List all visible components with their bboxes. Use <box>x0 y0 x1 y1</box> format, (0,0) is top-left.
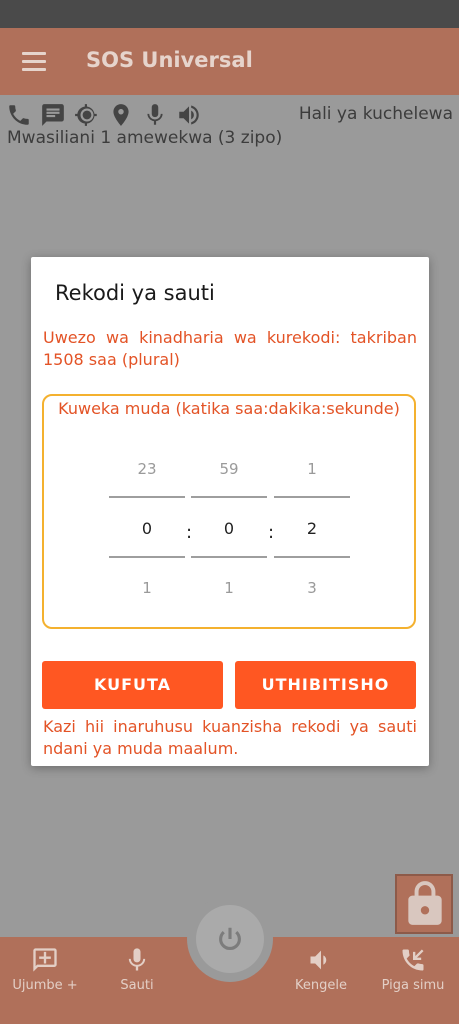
confirm-button[interactable]: UTHIBITISHO <box>235 661 416 709</box>
phone-icon <box>9 105 29 125</box>
lock-button[interactable] <box>395 874 453 934</box>
power-icon <box>219 927 241 951</box>
speaker-icon <box>179 105 199 125</box>
lock-icon <box>408 881 442 925</box>
hours-next[interactable]: 1 <box>109 579 185 597</box>
speaker-icon <box>310 950 327 970</box>
power-button[interactable] <box>187 896 273 982</box>
minutes-current[interactable]: 0 <box>191 519 267 538</box>
info-text: Kazi hii inaruhusu kuanzisha rekodi ya s… <box>43 717 417 758</box>
minutes-picker[interactable]: 59 0 1 <box>191 396 267 631</box>
message-icon <box>42 104 64 126</box>
seconds-next[interactable]: 3 <box>274 579 350 597</box>
nav-call[interactable]: Piga simu <box>368 946 458 993</box>
call-received-icon <box>402 949 424 971</box>
status-icon-row <box>6 100 202 130</box>
seconds-prev[interactable]: 1 <box>274 460 350 478</box>
menu-icon[interactable] <box>22 52 46 72</box>
time-picker: Kuweka muda (katika saa:dakika:sekunde) … <box>42 394 416 629</box>
nav-call-label: Piga simu <box>381 978 445 993</box>
app-title: SOS Universal <box>86 48 253 72</box>
minutes-next[interactable]: 1 <box>191 579 267 597</box>
location-target-icon <box>75 104 97 126</box>
hours-current[interactable]: 0 <box>109 519 185 538</box>
contacts-status: Mwasiliani 1 amewekwa (3 zipo) <box>7 128 283 148</box>
app-bar: SOS Universal <box>0 28 459 95</box>
minutes-prev[interactable]: 59 <box>191 460 267 478</box>
nav-bell-label: Kengele <box>295 978 347 993</box>
nav-messages-plus-label: Ujumbe + <box>12 978 78 993</box>
microphone-icon <box>128 948 146 971</box>
map-pin-icon <box>113 104 129 126</box>
hours-prev[interactable]: 23 <box>109 460 185 478</box>
seconds-picker[interactable]: 1 2 3 <box>274 396 350 631</box>
voice-record-dialog: Rekodi ya sauti Uwezo wa kinadharia wa k… <box>31 257 429 766</box>
hours-picker[interactable]: 23 0 1 <box>109 396 185 631</box>
nav-bell[interactable]: Kengele <box>276 946 366 993</box>
nav-messages-plus[interactable]: Ujumbe + <box>0 946 90 993</box>
seconds-current[interactable]: 2 <box>274 519 350 538</box>
dialog-title: Rekodi ya sauti <box>55 281 215 305</box>
nav-audio-label: Sauti <box>120 978 154 993</box>
microphone-icon <box>147 104 163 125</box>
add-message-icon <box>33 948 57 972</box>
cancel-button[interactable]: KUFUTA <box>42 661 223 709</box>
capacity-text: Uwezo wa kinadharia wa kurekodi: takriba… <box>43 328 417 369</box>
delay-status: Hali ya kuchelewa <box>298 104 453 124</box>
status-bar <box>0 0 459 28</box>
nav-audio[interactable]: Sauti <box>92 946 182 993</box>
